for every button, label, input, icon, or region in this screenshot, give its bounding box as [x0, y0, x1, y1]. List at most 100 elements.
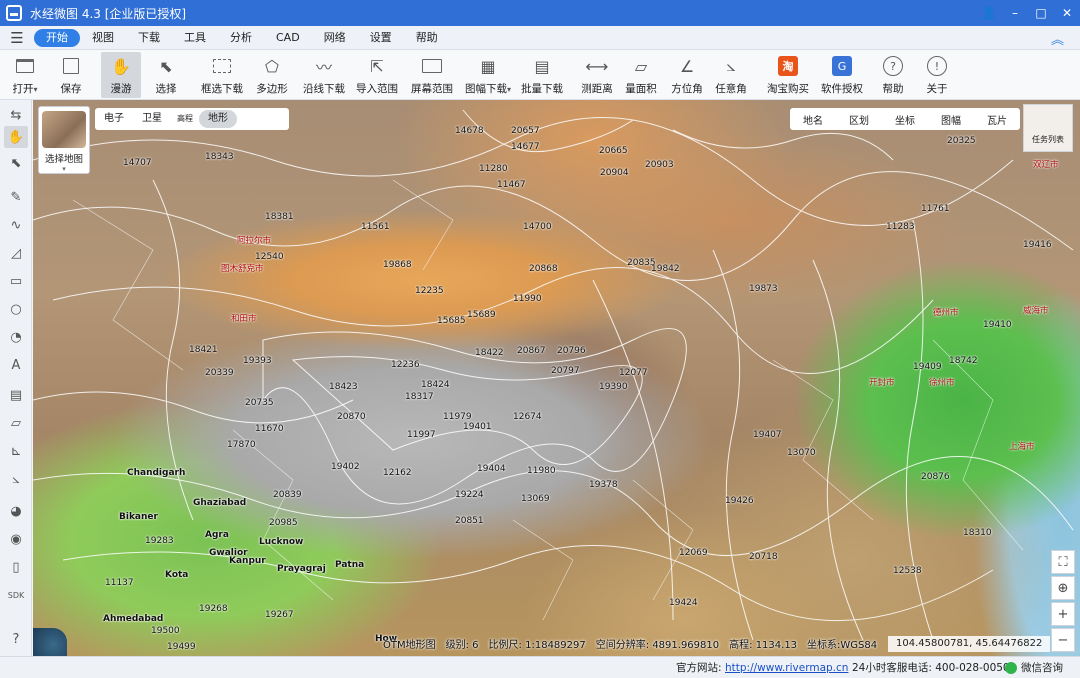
- batch-download-button[interactable]: ▤ 批量下载: [520, 52, 564, 98]
- angle-tool-icon[interactable]: ⦣: [4, 468, 28, 490]
- menu-help[interactable]: 帮助: [404, 29, 450, 47]
- tab-tiles[interactable]: 瓦片: [987, 112, 1007, 127]
- measure-area-button[interactable]: ▱ 量面积: [624, 52, 658, 98]
- open-button[interactable]: 打开▾: [8, 52, 42, 98]
- zoom-out-button[interactable]: −: [1051, 628, 1075, 652]
- globe-icon[interactable]: [33, 628, 67, 656]
- menu-cad[interactable]: CAD: [264, 29, 312, 47]
- map-label: 11990: [513, 294, 542, 304]
- expand-panel-icon[interactable]: ⇆: [4, 104, 28, 126]
- maximize-button[interactable]: □: [1028, 0, 1054, 26]
- map-label-city: Ghaziabad: [193, 498, 247, 508]
- scale-label: 比例尺:: [488, 640, 522, 651]
- box-download-button[interactable]: 框选下载: [200, 52, 244, 98]
- grid-icon: ▦: [480, 56, 496, 76]
- zoom-level-label: 级别:: [445, 640, 469, 651]
- menu-tools[interactable]: 工具: [172, 29, 218, 47]
- ruler-icon: ⟷: [585, 56, 609, 76]
- tile-caret-icon: ▾: [506, 85, 511, 94]
- hamburger-menu-icon[interactable]: ☰: [0, 29, 34, 47]
- map-label: 20735: [245, 398, 274, 408]
- tab-satellite[interactable]: 卫星: [133, 110, 171, 128]
- close-button[interactable]: ✕: [1054, 0, 1080, 26]
- mark-point-icon[interactable]: ✎: [4, 186, 28, 208]
- license-button[interactable]: G 软件授权: [820, 52, 864, 98]
- sdk-icon[interactable]: SDK: [4, 584, 28, 606]
- folder-icon: [14, 55, 36, 77]
- save-button[interactable]: 保存: [56, 52, 86, 98]
- help-circle-icon[interactable]: ?: [4, 628, 28, 650]
- measure-distance-button[interactable]: ⟷ 测距离: [580, 52, 614, 98]
- website-link[interactable]: http://www.rivermap.cn: [725, 662, 848, 674]
- tab-place-names[interactable]: 地名: [803, 112, 823, 127]
- tab-electronic[interactable]: 电子: [95, 110, 133, 128]
- collapse-ribbon-icon[interactable]: ︽: [1051, 29, 1064, 48]
- azimuth-tool-icon[interactable]: ⊾: [4, 440, 28, 462]
- locate-icon[interactable]: ⊕: [1051, 576, 1075, 600]
- coordinate-system: 坐标系:WGS84: [807, 640, 878, 651]
- basemap-type-tabs: 电子 卫星 高程 地形: [95, 108, 289, 130]
- plugin-one-icon[interactable]: ◕: [4, 500, 28, 522]
- about-button[interactable]: ! 关于: [922, 52, 952, 98]
- map-label: 18422: [475, 348, 504, 358]
- import-range-label: 导入范围: [356, 83, 398, 95]
- polygon-button[interactable]: ⬠ 多边形: [254, 52, 290, 98]
- map-label: 20867: [517, 346, 546, 356]
- tab-admin-divisions[interactable]: 区划: [849, 112, 869, 127]
- draw-sector-icon[interactable]: ◔: [4, 326, 28, 348]
- map-label: 11137: [105, 578, 134, 588]
- draw-polygon-icon[interactable]: ◿: [4, 242, 28, 264]
- basemap-selector[interactable]: 选择地图 ▾: [38, 106, 90, 174]
- cursor-coordinates: 104.45800781, 45.64476822: [888, 636, 1051, 652]
- fullscreen-icon[interactable]: ⛶: [1051, 550, 1075, 574]
- pan-tool-icon[interactable]: ✋: [4, 126, 28, 148]
- text-tool-icon[interactable]: A: [4, 354, 28, 376]
- measure-area-label: 量面积: [625, 83, 657, 95]
- screen-range-label: 屏幕范围: [411, 83, 453, 95]
- menu-analysis[interactable]: 分析: [218, 29, 264, 47]
- map-label-city: Patna: [335, 560, 365, 570]
- tab-terrain[interactable]: 地形: [199, 110, 237, 128]
- map-label: 19410: [983, 320, 1012, 330]
- map-label: 19416: [1023, 240, 1052, 250]
- select-label: 选择: [155, 83, 177, 95]
- map-label-city: Chandigarh: [127, 468, 186, 478]
- phone-icon[interactable]: ▯: [4, 556, 28, 578]
- select-tool-icon[interactable]: ⬉: [4, 152, 28, 174]
- area-tool-icon[interactable]: ▱: [4, 412, 28, 434]
- map-label-cn: 徐州市: [929, 378, 955, 388]
- support-phone: 24小时客服电话: 400-028-0050: [852, 662, 1010, 674]
- line-download-button[interactable]: 〰 沿线下载: [302, 52, 346, 98]
- map-label: 20903: [645, 160, 674, 170]
- minimize-button[interactable]: –: [1002, 0, 1028, 26]
- pan-button[interactable]: ✋ 漫游: [101, 52, 141, 98]
- draw-circle-icon[interactable]: ○: [4, 298, 28, 320]
- help-icon: ?: [883, 56, 903, 76]
- tab-map-sheets[interactable]: 图幅: [941, 112, 961, 127]
- tab-elevation[interactable]: 高程: [171, 110, 199, 128]
- tile-download-button[interactable]: ▦ 图幅下载▾: [464, 52, 512, 98]
- map-label: 11561: [361, 222, 390, 232]
- menu-view[interactable]: 视图: [80, 29, 126, 47]
- any-angle-button[interactable]: ⦣ 任意角: [714, 52, 748, 98]
- menu-settings[interactable]: 设置: [358, 29, 404, 47]
- user-icon[interactable]: 👤: [976, 0, 1002, 26]
- task-list-button[interactable]: 任务列表: [1023, 104, 1073, 152]
- select-button[interactable]: ⬉ 选择: [150, 52, 182, 98]
- menu-network[interactable]: 网络: [312, 29, 358, 47]
- taobao-button[interactable]: 淘 淘宝购买: [766, 52, 810, 98]
- menu-download[interactable]: 下载: [126, 29, 172, 47]
- menu-start[interactable]: 开始: [34, 28, 80, 47]
- import-range-button[interactable]: ⇱ 导入范围: [356, 52, 398, 98]
- screen-range-button[interactable]: 屏幕范围: [410, 52, 454, 98]
- ruler-tool-icon[interactable]: ▤: [4, 384, 28, 406]
- plugin-two-icon[interactable]: ◉: [4, 528, 28, 550]
- draw-rectangle-icon[interactable]: ▭: [4, 270, 28, 292]
- zoom-in-button[interactable]: +: [1051, 602, 1075, 626]
- map-canvas[interactable]: 14707 18343 18381 12540 19868 11561 1467…: [33, 100, 1080, 656]
- draw-line-icon[interactable]: ∿: [4, 214, 28, 236]
- tab-coordinates[interactable]: 坐标: [895, 112, 915, 127]
- help-button[interactable]: ? 帮助: [878, 52, 908, 98]
- azimuth-button[interactable]: ∠ 方位角: [670, 52, 704, 98]
- wechat-consult-button[interactable]: 微信咨询: [1005, 660, 1063, 675]
